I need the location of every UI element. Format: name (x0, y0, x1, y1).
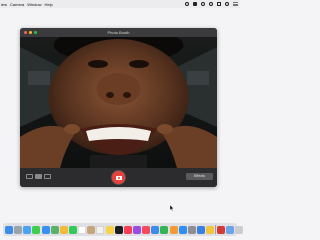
photo-booth-icon[interactable] (216, 225, 225, 234)
wifi-icon[interactable] (209, 2, 213, 6)
app-store-icon[interactable] (178, 225, 187, 234)
trash-icon[interactable] (235, 225, 244, 234)
siri-icon[interactable] (201, 2, 205, 6)
pages-icon[interactable] (169, 225, 178, 234)
mouse-cursor-icon (170, 205, 174, 211)
menu-window[interactable]: Window (27, 2, 41, 7)
menu-help[interactable]: Help (44, 2, 52, 7)
keynote-icon[interactable] (151, 225, 160, 234)
launchpad-icon[interactable] (14, 225, 23, 234)
finder-icon[interactable] (5, 225, 13, 234)
podcasts-icon[interactable] (132, 225, 141, 234)
menu-camera[interactable]: Camera (10, 2, 24, 7)
facetime-icon[interactable] (68, 225, 77, 234)
safari-icon[interactable] (23, 225, 32, 234)
search-icon[interactable] (225, 2, 229, 6)
effects-button[interactable]: Effects (186, 173, 213, 180)
photo-booth-window: Photo Booth Effects (20, 28, 217, 187)
python-icon[interactable] (206, 225, 215, 234)
music-icon[interactable] (123, 225, 132, 234)
grid-view-button[interactable] (26, 174, 33, 179)
screen-record-icon[interactable] (193, 2, 197, 6)
control-center-icon[interactable] (233, 2, 238, 6)
camera-preview (20, 37, 217, 168)
menu-bar: iew Camera Window Help (0, 0, 240, 8)
burst-mode-button[interactable] (44, 174, 51, 179)
single-view-button[interactable] (35, 174, 42, 179)
control-bar: Effects (20, 168, 217, 187)
notes-icon[interactable] (105, 225, 114, 234)
dock-separator (215, 225, 216, 234)
reminders-icon[interactable] (96, 225, 105, 234)
take-photo-button[interactable] (112, 171, 125, 184)
preview-icon[interactable] (226, 225, 235, 234)
numbers-icon[interactable] (160, 225, 169, 234)
status-icon[interactable] (185, 2, 189, 6)
tv-icon[interactable] (114, 225, 123, 234)
battery-icon[interactable] (217, 2, 221, 6)
news-icon[interactable] (142, 225, 151, 234)
status-area (181, 2, 240, 6)
menu-view[interactable]: iew (1, 2, 7, 7)
system-preferences-icon[interactable] (187, 225, 196, 234)
messages-icon[interactable] (32, 225, 41, 234)
dock (3, 223, 244, 236)
maps-icon[interactable] (50, 225, 59, 234)
contacts-icon[interactable] (87, 225, 96, 234)
lens-icon (117, 176, 120, 179)
mirror-effect-image (20, 37, 217, 168)
xcode-icon[interactable] (196, 225, 205, 234)
calendar-icon[interactable] (78, 225, 87, 234)
photos-icon[interactable] (59, 225, 68, 234)
window-title: Photo Booth (107, 30, 130, 35)
mail-icon[interactable] (41, 225, 50, 234)
